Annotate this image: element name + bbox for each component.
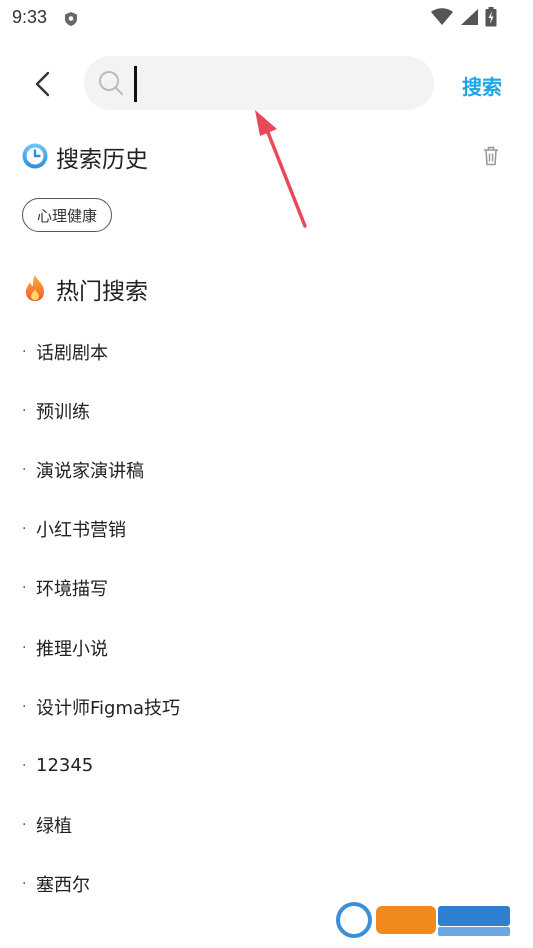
bullet: · <box>22 521 27 538</box>
watermark-logo <box>336 902 510 938</box>
hot-search-item-label: 小红书营销 <box>36 520 126 542</box>
shield-icon <box>65 12 77 26</box>
hot-search-item[interactable]: · 话剧剧本 <box>22 322 180 381</box>
hot-search-item[interactable]: · 预训练 <box>22 381 180 440</box>
hot-search-title: 热门搜索 <box>56 279 148 305</box>
bullet: · <box>22 757 27 774</box>
search-input[interactable] <box>134 65 428 103</box>
hot-search-item-label: 演说家演讲稿 <box>36 460 144 482</box>
bullet: · <box>22 698 27 715</box>
hot-search-item-label: 设计师Figma技巧 <box>36 697 181 719</box>
hot-search-item[interactable]: · 环境描写 <box>22 559 180 618</box>
search-button[interactable]: 搜索 <box>462 71 502 100</box>
hot-search-item-label: 话剧剧本 <box>36 342 108 364</box>
bullet: · <box>22 639 27 656</box>
hot-search-item-label: 12345 <box>36 755 94 777</box>
status-bar: 9:33 <box>0 0 533 36</box>
hot-search-item-label: 塞西尔 <box>36 875 90 897</box>
bullet: · <box>22 876 27 893</box>
signal-icon <box>461 9 478 25</box>
hot-search-item[interactable]: · 12345 <box>22 736 180 795</box>
search-icon <box>99 71 123 95</box>
hot-search-item[interactable]: · 推理小说 <box>22 618 180 677</box>
bullet: · <box>22 402 27 419</box>
back-arrow-icon[interactable] <box>30 70 56 98</box>
status-icons <box>431 7 497 27</box>
wifi-icon <box>431 8 453 25</box>
history-title: 搜索历史 <box>56 147 148 173</box>
bullet: · <box>22 580 27 597</box>
hot-search-item-label: 推理小说 <box>36 638 108 660</box>
bullet: · <box>22 817 27 834</box>
hot-search-item-label: 环境描写 <box>36 579 108 601</box>
hot-search-item[interactable]: · 绿植 <box>22 796 180 855</box>
clock-icon <box>22 143 48 169</box>
hot-search-item[interactable]: · 设计师Figma技巧 <box>22 677 180 736</box>
history-chip[interactable]: 心理健康 <box>22 198 113 232</box>
battery-icon <box>485 7 497 27</box>
hot-search-item[interactable]: · 小红书营销 <box>22 500 180 559</box>
status-time: 9:33 <box>12 7 48 27</box>
annotation-arrow <box>255 110 307 228</box>
fire-icon <box>26 275 44 301</box>
bullet: · <box>22 461 27 478</box>
hot-search-item[interactable]: · 演说家演讲稿 <box>22 440 180 499</box>
hot-search-item[interactable]: · 塞西尔 <box>22 855 180 914</box>
hot-search-item-label: 绿植 <box>36 816 72 838</box>
hot-search-item-label: 预训练 <box>36 401 90 423</box>
trash-icon[interactable] <box>483 146 499 166</box>
hot-search-list: · 话剧剧本 · 预训练 · 演说家演讲稿 · 小红书营销 · 环境描写 · 推理小说 · 设… <box>22 322 180 914</box>
bullet: · <box>22 343 27 360</box>
text-caret <box>134 66 137 102</box>
